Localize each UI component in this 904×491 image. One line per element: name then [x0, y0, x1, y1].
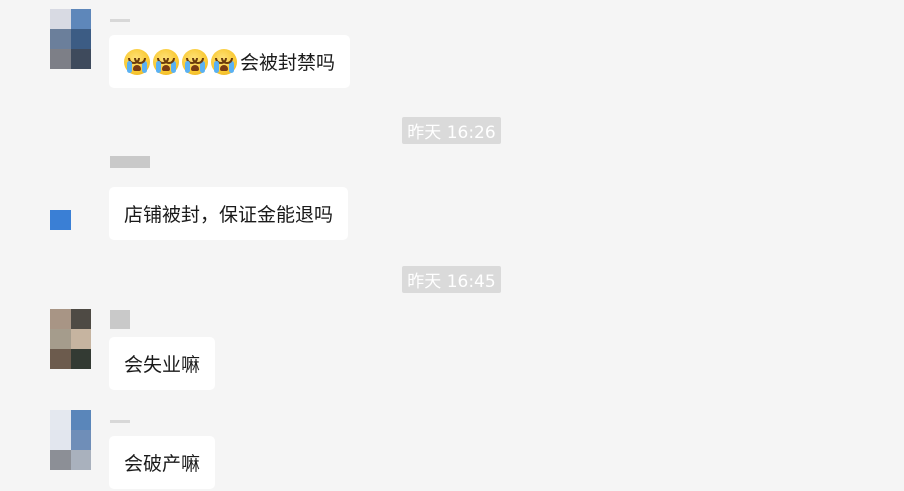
avatar-pixel: [50, 9, 71, 29]
message-bubble[interactable]: 会被封禁吗: [109, 35, 351, 88]
crying-face-icon: [124, 48, 150, 75]
message-text: 会失业嘛: [124, 354, 201, 376]
avatar-pixel: [70, 329, 91, 349]
crying-face-icon: [182, 48, 208, 75]
crying-face-icon: [211, 48, 237, 75]
avatar-pixel: [70, 349, 91, 369]
sender-name-redacted: [110, 19, 130, 22]
avatar-pixel: [50, 49, 71, 69]
avatar-pixel: [70, 410, 91, 430]
message-bubble[interactable]: 店铺被封，保证金能退吗: [109, 187, 349, 240]
avatar[interactable]: [50, 9, 91, 69]
avatar-pixel: [50, 29, 71, 49]
timestamp: 昨天 16:26: [402, 117, 501, 144]
avatar-pixel: [70, 210, 91, 230]
avatar-pixel: [70, 450, 91, 470]
message-bubble[interactable]: 会失业嘛: [109, 337, 216, 390]
avatar-pixel: [70, 9, 91, 29]
avatar-pixel: [50, 329, 71, 349]
avatar-pixel: [50, 430, 71, 450]
avatar-pixel: [50, 190, 71, 210]
message-bubble[interactable]: 会破产嘛: [109, 436, 216, 489]
crying-face-icon: [153, 48, 179, 75]
message-text: 会被封禁吗: [240, 52, 336, 74]
sender-name-redacted: [110, 420, 130, 423]
avatar-pixel: [50, 349, 71, 369]
avatar[interactable]: [50, 410, 91, 470]
message-text: 店铺被封，保证金能退吗: [124, 204, 334, 226]
avatar-pixel: [70, 170, 91, 190]
avatar-pixel: [50, 450, 71, 470]
avatar-pixel: [50, 210, 71, 230]
chat-panel: 会被封禁吗 昨天 16:26 店铺被封，保证金能退吗 昨天 16:45 会失业嘛…: [0, 0, 904, 491]
sender-name-redacted: [110, 156, 150, 168]
avatar-pixel: [70, 29, 91, 49]
avatar[interactable]: [50, 170, 91, 230]
avatar-pixel: [50, 170, 71, 190]
avatar-pixel: [70, 190, 91, 210]
avatar-pixel: [70, 430, 91, 450]
message-text: 会破产嘛: [124, 453, 201, 475]
timestamp: 昨天 16:45: [402, 266, 501, 293]
avatar-pixel: [70, 49, 91, 69]
avatar-pixel: [70, 309, 91, 329]
avatar-pixel: [50, 410, 71, 430]
avatar-pixel: [50, 309, 71, 329]
sender-name-redacted: [110, 310, 130, 329]
avatar[interactable]: [50, 309, 91, 369]
